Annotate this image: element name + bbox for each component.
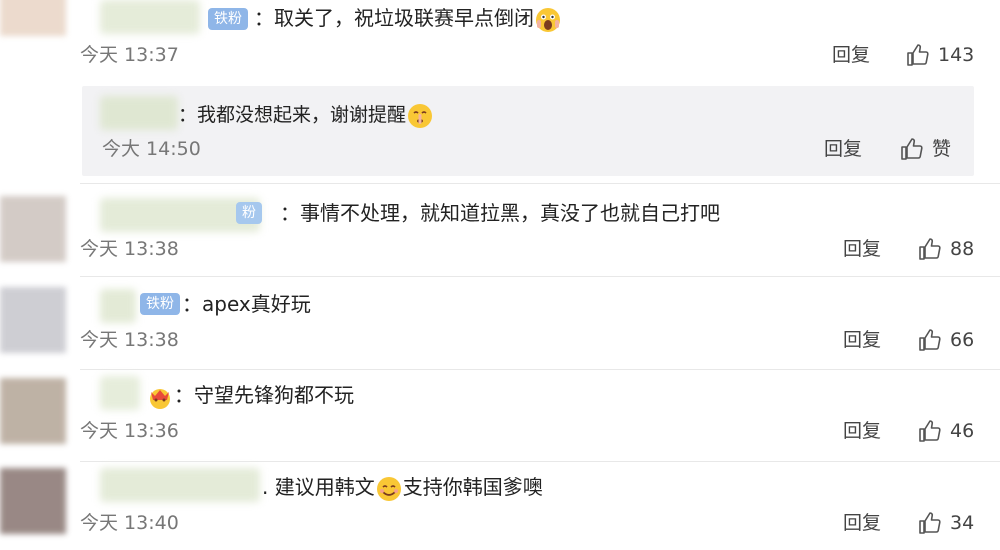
comment-text-body: . 建议用韩文	[262, 475, 375, 499]
comment-time: 今大 14:50	[102, 138, 201, 160]
like-count: 46	[950, 420, 975, 442]
thumbs-up-icon	[907, 44, 929, 66]
smiling-emoji-icon	[376, 476, 401, 501]
comment-text-body: ：取关了，祝垃圾联赛早点倒闭	[254, 6, 534, 30]
avatar[interactable]	[0, 468, 66, 534]
thumbs-up-icon	[919, 420, 941, 442]
reply-button[interactable]: 回复	[843, 418, 881, 444]
comment-text-body-2: 支持你韩国爹噢	[402, 475, 543, 499]
like-button[interactable]: 34	[918, 510, 974, 536]
avatar[interactable]	[0, 378, 66, 444]
comment-time: 今天 13:37	[80, 44, 179, 66]
comment-time: 今天 13:40	[80, 512, 179, 534]
reply-button[interactable]: 回复	[832, 42, 870, 68]
thumbs-up-icon	[919, 512, 941, 534]
fan-badge: 粉	[236, 202, 262, 224]
reply-button[interactable]: 回复	[843, 510, 881, 536]
shushing-emoji-icon	[408, 103, 433, 128]
comment-text: ：事情不处理，就知道拉黑，真没了也就自己打吧	[280, 201, 720, 225]
username[interactable]	[100, 376, 140, 410]
comment-1: 铁粉 ：取关了，祝垃圾联赛早点倒闭 今天 13:37 回复 143	[0, 0, 1000, 80]
comment-text: . 建议用韩文 支持你韩国爹噢	[262, 472, 543, 503]
crown-badge-icon	[150, 388, 170, 409]
thumbs-up-icon	[919, 238, 941, 260]
username[interactable]	[100, 96, 178, 130]
like-button[interactable]: 143	[906, 42, 974, 68]
fan-badge: 铁粉	[208, 8, 248, 30]
avatar[interactable]	[0, 196, 66, 262]
reply-button[interactable]: 回复	[843, 236, 881, 262]
comment-4: ：守望先锋狗都不玩 今天 13:36 回复 46	[0, 370, 1000, 460]
reply-button[interactable]: 回复	[843, 327, 881, 353]
like-count: 88	[950, 238, 975, 260]
scream-emoji-icon	[536, 7, 560, 32]
sub-reply: ：我都没想起来，谢谢提醒 今大 14:50 回复 赞	[82, 86, 974, 176]
comment-3: 铁粉 ：apex真好玩 今天 13:38 回复 66	[0, 277, 1000, 369]
comment-text: ：取关了，祝垃圾联赛早点倒闭	[254, 3, 562, 34]
comment-text-body: ：守望先锋狗都不玩	[174, 383, 354, 407]
like-button[interactable]: 赞	[900, 136, 951, 162]
comment-5: . 建议用韩文 支持你韩国爹噢 今天 13:40 回复 34	[0, 462, 1000, 550]
comment-time: 今天 13:36	[80, 420, 179, 442]
avatar[interactable]	[0, 287, 66, 353]
like-count: 66	[950, 329, 975, 351]
comment-text-body: ：我都没想起来，谢谢提醒	[178, 104, 407, 126]
fan-badge: 铁粉	[140, 293, 180, 315]
reply-button[interactable]: 回复	[824, 136, 862, 162]
like-button[interactable]: 46	[918, 418, 974, 444]
comment-text: ：守望先锋狗都不玩	[146, 380, 354, 411]
like-button[interactable]: 88	[918, 236, 974, 262]
comment-time: 今天 13:38	[80, 329, 179, 351]
comment-text: ：apex真好玩	[182, 292, 311, 316]
comment-text: ：我都没想起来，谢谢提醒	[178, 100, 434, 130]
username[interactable]	[100, 289, 136, 323]
like-count: 34	[950, 512, 975, 534]
like-label: 赞	[932, 138, 952, 160]
thumbs-up-icon	[919, 329, 941, 351]
like-count: 143	[938, 44, 975, 66]
comment-2: 粉 ：事情不处理，就知道拉黑，真没了也就自己打吧 今天 13:38 回复 88	[0, 184, 1000, 276]
comment-time: 今天 13:38	[80, 238, 179, 260]
like-button[interactable]: 66	[918, 327, 974, 353]
avatar[interactable]	[0, 0, 66, 36]
username[interactable]	[100, 0, 200, 34]
username[interactable]	[100, 468, 260, 502]
thumbs-up-icon	[901, 138, 923, 160]
